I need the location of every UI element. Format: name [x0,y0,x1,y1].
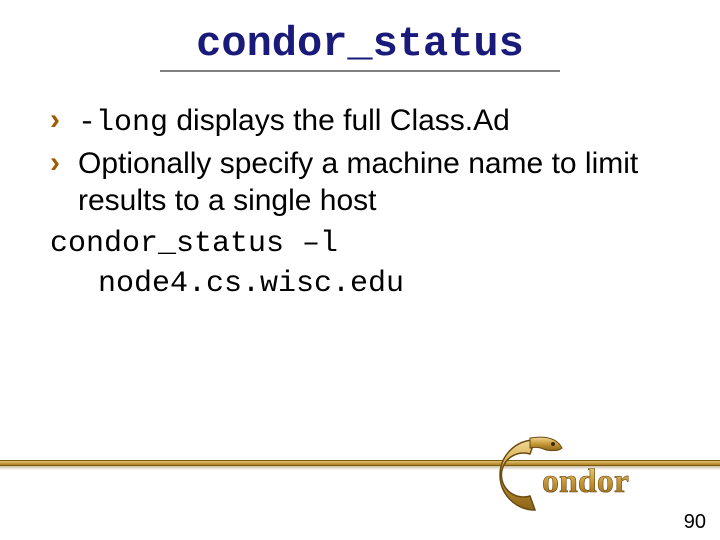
slide: condor_status › -long displays the full … [0,0,720,540]
bullet-rest: Optionally specify a machine name to lim… [78,147,638,218]
chevron-icon: › [50,102,60,138]
slide-content: › -long displays the full Class.Ad › Opt… [50,102,680,305]
condor-logo: ondor [480,430,680,520]
title-underline [160,70,560,72]
logo-text: ondor [542,463,629,500]
bullet-item: › Optionally specify a machine name to l… [50,145,680,220]
slide-title: condor_status [0,0,720,68]
chevron-icon: › [50,145,60,181]
command-line-1: condor_status –l [50,227,338,261]
bullet-text: Optionally specify a machine name to lim… [78,145,680,220]
bullet-rest: displays the full Class.Ad [168,104,510,137]
bullet-mono: -long [78,106,168,140]
command-block: condor_status –l node4.cs.wisc.edu [50,224,680,305]
command-line-2: node4.cs.wisc.edu [98,264,680,305]
page-number: 90 [684,511,706,534]
bullet-text: -long displays the full Class.Ad [78,102,680,143]
bullet-item: › -long displays the full Class.Ad [50,102,680,143]
